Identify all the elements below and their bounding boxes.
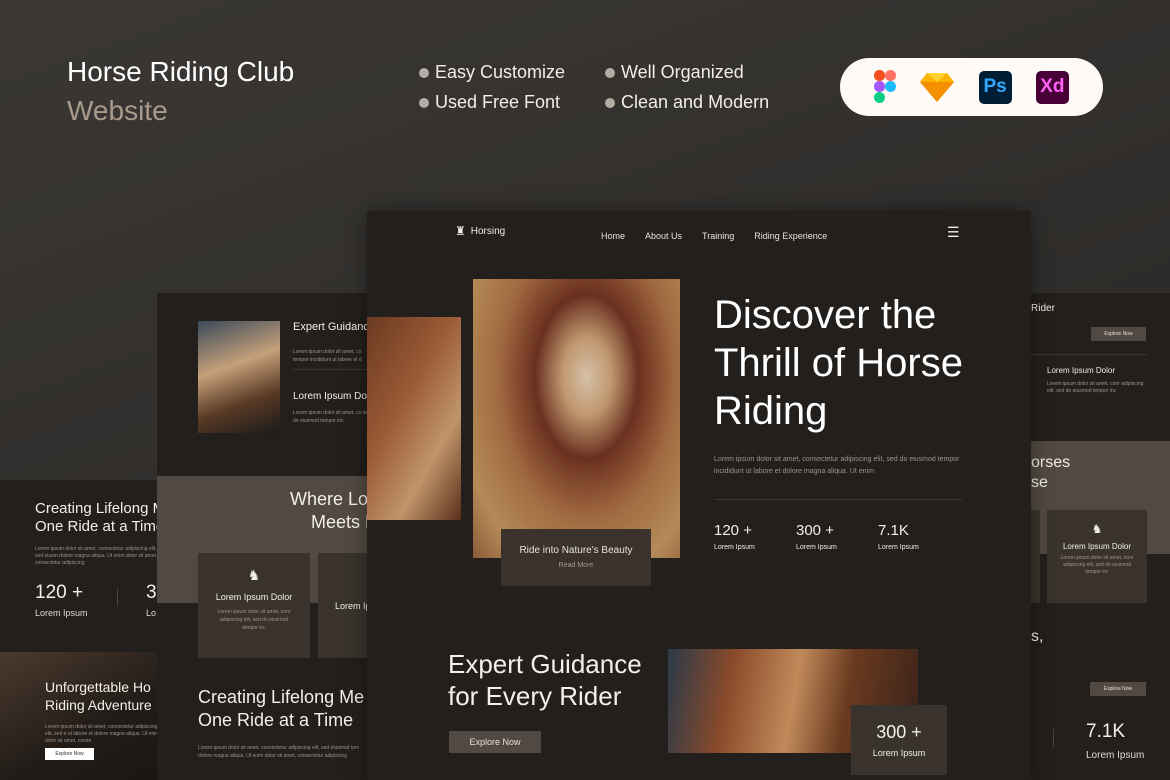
stat-card: 300 + Lorem Ipsum: [851, 705, 947, 775]
feature-label: Easy Customize: [435, 62, 566, 82]
divider: [714, 499, 962, 500]
divider: [1031, 354, 1147, 355]
explore-button[interactable]: Explore Now: [1090, 682, 1146, 696]
explore-button[interactable]: Explore Now: [1091, 327, 1146, 341]
section-heading: Creating Lifelong M One Ride at a Time: [35, 500, 157, 535]
feature-item: Used Free Font: [419, 92, 560, 113]
feature-item: Easy Customize: [419, 62, 565, 83]
feature-item: Clean and Modern: [605, 92, 769, 113]
nav-about-us[interactable]: About Us: [645, 231, 682, 241]
read-more-link[interactable]: Read More: [501, 562, 651, 569]
feature-label: Used Free Font: [435, 92, 561, 112]
figma-icon: [874, 70, 897, 103]
stat-value: 120 +: [35, 582, 84, 603]
feature-item: Well Organized: [605, 62, 744, 83]
stable-image: [198, 321, 280, 433]
caption-title: Ride into Nature's Beauty: [519, 545, 633, 556]
sketch-icon: [920, 73, 955, 102]
mockup-page-second: Expert Guidanc Lorem ipsum dolor sit ame…: [157, 293, 367, 780]
section-heading: orses se: [1031, 454, 1071, 491]
stat-value: 3: [146, 582, 157, 603]
bullet-icon: [605, 67, 615, 78]
horse-icon: ♞: [1091, 522, 1103, 536]
feature-card: ♞ Lorem Ipsum Dolor Lorem ipsum dolor si…: [1047, 510, 1147, 603]
section-heading: Rider: [1031, 303, 1055, 314]
section-heading: s,: [1031, 628, 1044, 645]
logo-text: Horsing: [470, 225, 506, 237]
promo-subtitle: Website: [67, 95, 168, 126]
horse-icon: ♞: [247, 567, 261, 583]
card-title: Lorem Ipsum Dolor: [1062, 542, 1132, 551]
horse-closeup-image: [367, 317, 461, 520]
stat-value: 7.1K: [878, 522, 909, 539]
explore-button[interactable]: Explore Now: [449, 731, 541, 753]
promo-title: Horse Riding Club: [67, 56, 295, 87]
stat-label: Lorem Ipsum: [1086, 750, 1145, 761]
divider: [1053, 729, 1054, 747]
stat-value: 7.1K: [1086, 721, 1126, 742]
nav-menu: Home About Us Training Riding Experience: [601, 226, 847, 244]
hero-title: Discover the Thrill of Horse Riding: [714, 293, 963, 433]
tools-badge: Ps Xd: [840, 58, 1103, 116]
section-heading: Expert Guidanc: [293, 321, 367, 333]
feature-card: ♞ Lorem Ipsum Dolor Lorem ipsum dolor si…: [198, 553, 310, 658]
paragraph: Lorem ipsum dolor sit amet, consectetur …: [198, 745, 360, 759]
adventure-image: [0, 652, 157, 780]
bullet-icon: [419, 97, 429, 108]
section-heading: Where LovMeets E: [289, 489, 367, 532]
feature-label: Clean and Modern: [621, 92, 770, 112]
divider: [293, 369, 367, 370]
section-heading: Unforgettable Ho Riding Adventure: [45, 679, 152, 713]
bullet-icon: [605, 97, 615, 108]
stat-label: Lorem Ipsum: [35, 608, 88, 618]
photoshop-icon: Ps: [978, 70, 1012, 104]
bullet-icon: [419, 67, 429, 78]
hero-image: [473, 279, 680, 558]
paragraph: Lorem ipsum dolor sit amet, consectetur …: [35, 546, 157, 566]
stat-label: Lo: [146, 608, 157, 618]
card-title: Lorem Ip: [335, 601, 367, 611]
item-title: Lorem Ipsum Dolor: [1047, 366, 1116, 375]
stat-label: Lorem Ipsum: [714, 544, 755, 551]
paragraph: Lorem ipsum dolor sit amet, co tempor in…: [293, 349, 362, 363]
stat-value: 300 +: [796, 522, 834, 539]
explore-button[interactable]: Explore Now: [45, 748, 94, 760]
section-heading: Expert Guidance for Every Rider: [448, 649, 642, 711]
stat-value: 120 +: [714, 522, 752, 539]
stat-label: Lorem Ipsum: [872, 748, 926, 758]
hero-text: Lorem ipsum dolor sit amet, consectetur …: [714, 456, 960, 475]
paragraph: Lorem ipsum dolor sit amet, conr adipisc…: [1047, 381, 1144, 394]
caption-card: Ride into Nature's Beauty Read More: [501, 529, 651, 586]
item-title: Lorem Ipsum Dolo: [293, 391, 367, 402]
mockup-page-left: Creating Lifelong M One Ride at a Time Lo…: [0, 480, 157, 780]
mockup-page-right: Rider Explore Now Lorem Ipsum Dolor Lore…: [1031, 293, 1170, 780]
card-title: Lorem Ipsum Dolor: [215, 592, 293, 602]
nav-training[interactable]: Training: [702, 231, 734, 241]
feature-card: [1031, 510, 1040, 603]
horse-logo-icon: ♜: [455, 224, 466, 238]
card-text: Lorem ipsum dolor sit amet, conr adipisc…: [1060, 555, 1134, 575]
divider: [117, 588, 118, 606]
feature-card: Lorem Ip: [318, 553, 367, 658]
feature-label: Well Organized: [621, 62, 744, 82]
section-heading: Creating Lifelong Me One Ride at a Time: [198, 687, 365, 730]
nav-riding-experience[interactable]: Riding Experience: [754, 231, 827, 241]
card-text: Lorem ipsum dolor sit amet, conr adipisc…: [217, 609, 291, 631]
stat-value: 300 +: [876, 722, 922, 742]
xd-icon: Xd: [1035, 70, 1069, 104]
hamburger-menu-icon[interactable]: ☰: [947, 224, 960, 241]
paragraph: Lorem ipsum dolor sit amet, co sed do ei…: [293, 410, 367, 424]
stat-label: Lorem Ipsum: [796, 544, 837, 551]
stat-label: Lorem Ipsum: [878, 544, 919, 551]
paragraph: Lorem ipsum dolor sit amet, consectetur …: [45, 724, 157, 744]
mockup-page-main: ♜ Horsing Home About Us Training Riding Exp…: [367, 211, 1031, 780]
nav-home[interactable]: Home: [601, 231, 625, 241]
logo[interactable]: ♜ Horsing: [455, 224, 505, 238]
